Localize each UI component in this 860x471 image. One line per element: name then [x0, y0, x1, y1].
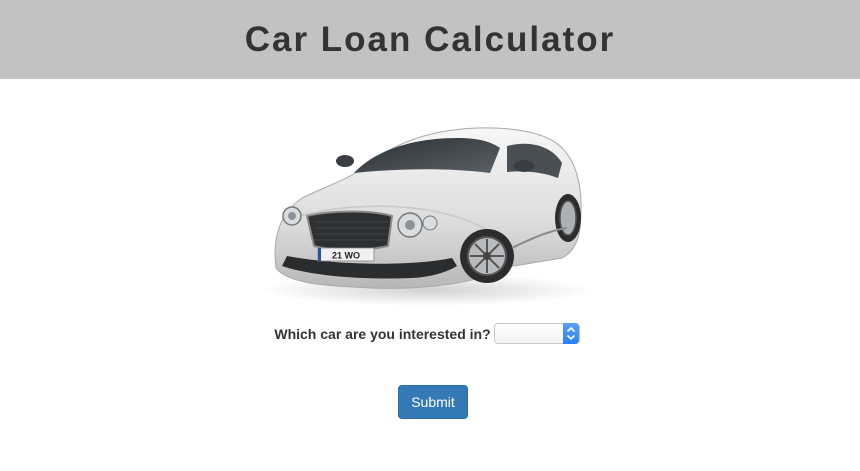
page-header: Car Loan Calculator — [0, 0, 860, 79]
page-title: Car Loan Calculator — [244, 19, 616, 59]
car-select[interactable] — [493, 323, 580, 344]
select-arrow-icon[interactable] — [562, 323, 579, 344]
car-selection-row: Which car are you interested in? — [0, 323, 860, 344]
submit-button[interactable]: Submit — [398, 385, 468, 419]
car-image: 21 WO — [262, 118, 592, 308]
car-illustration: 21 WO — [262, 127, 592, 306]
car-question-label: Which car are you interested in? — [274, 325, 491, 342]
license-plate-text: 21 WO — [332, 251, 360, 261]
